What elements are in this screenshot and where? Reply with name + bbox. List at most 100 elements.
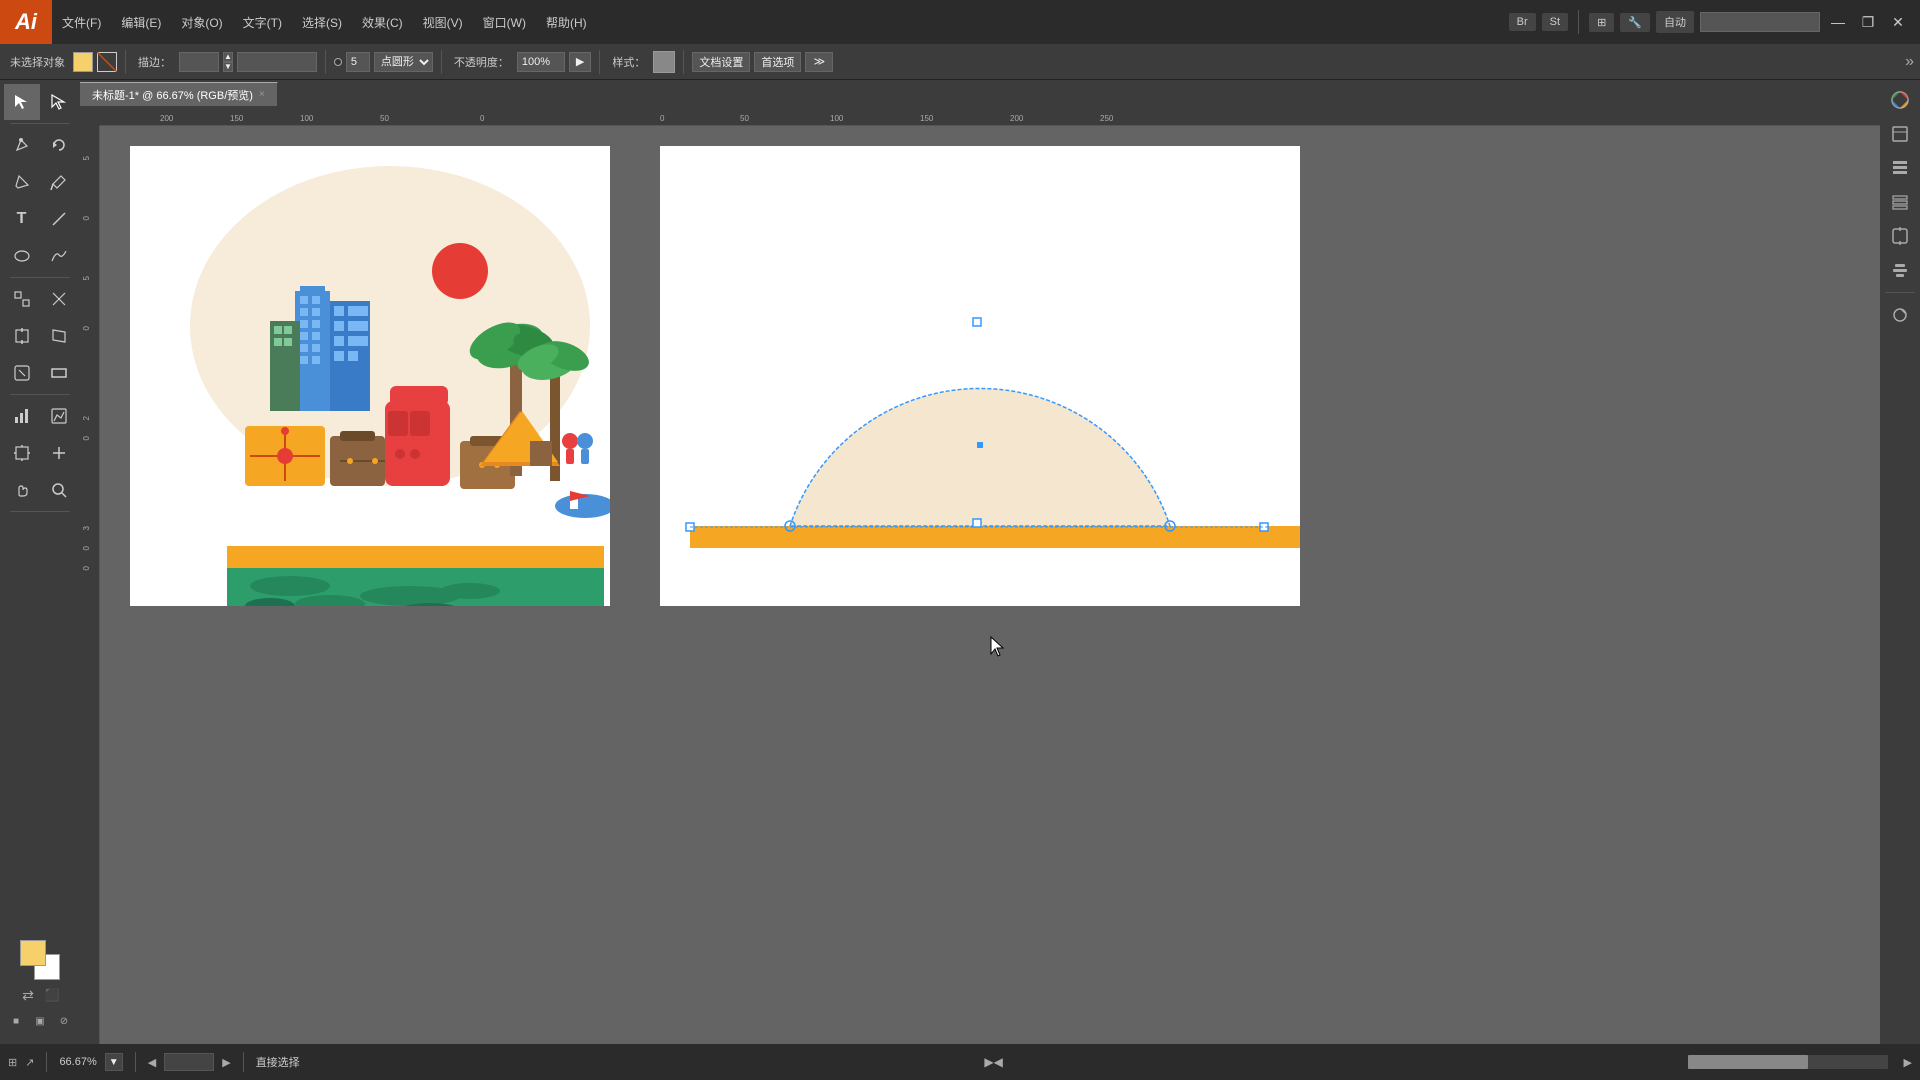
zoom-icon <box>50 481 68 499</box>
appearance-btn[interactable] <box>1884 299 1916 331</box>
hand-tool[interactable] <box>4 472 40 508</box>
page-prev-btn[interactable]: ◀ <box>148 1056 156 1069</box>
color-wheel-icon <box>1890 90 1910 110</box>
menu-edit[interactable]: 编辑(E) <box>111 0 171 44</box>
tools-icon[interactable]: 🔧 <box>1620 13 1650 32</box>
tool-row-graph <box>4 398 77 434</box>
rect-tool[interactable] <box>41 355 77 391</box>
blend-tool[interactable] <box>4 281 40 317</box>
active-tab[interactable]: 未标题-1* @ 66.67% (RGB/预览) × <box>80 82 278 106</box>
none-btn[interactable]: ⊘ <box>53 1010 75 1032</box>
pen-tool[interactable] <box>4 127 40 163</box>
tool-row-text: T <box>4 201 77 237</box>
search-input[interactable] <box>1700 12 1820 32</box>
scissors-tool[interactable] <box>41 281 77 317</box>
status-icon-btn[interactable]: ⊞ <box>8 1056 17 1069</box>
bridge-btn[interactable]: Br <box>1509 13 1536 31</box>
status-progress-bar <box>1688 1055 1888 1069</box>
menu-file[interactable]: 文件(F) <box>52 0 111 44</box>
fill-swatch[interactable] <box>73 52 93 72</box>
stroke-swatch[interactable] <box>97 52 117 72</box>
opacity-more[interactable]: ▶ <box>569 52 591 72</box>
line-tool[interactable] <box>41 201 77 237</box>
arrange-btn[interactable]: ⊞ <box>1589 13 1614 32</box>
page-input[interactable]: 1 <box>164 1053 214 1071</box>
zoom-dropdown-btn[interactable]: ▼ <box>105 1053 123 1071</box>
line-icon <box>50 210 68 228</box>
direct-select-tool[interactable] <box>41 84 77 120</box>
symbol-icon <box>13 364 31 382</box>
canvas-btn[interactable] <box>1884 118 1916 150</box>
artboard-tool[interactable] <box>4 435 40 471</box>
rotate-tool[interactable] <box>41 127 77 163</box>
menu-view[interactable]: 视图(V) <box>413 0 473 44</box>
menu-object[interactable]: 对象(O) <box>171 0 232 44</box>
ellipse-tool[interactable] <box>4 238 40 274</box>
pencil-tool[interactable] <box>4 164 40 200</box>
text-tool[interactable]: T <box>4 201 40 237</box>
point-count-input[interactable] <box>346 52 370 72</box>
selection-tool[interactable] <box>4 84 40 120</box>
stroke-value[interactable] <box>237 52 317 72</box>
zoom-tool[interactable] <box>41 472 77 508</box>
stock-btn[interactable]: St <box>1542 13 1568 31</box>
status-share-btn[interactable]: ↗ <box>25 1056 34 1069</box>
solid-color-btn[interactable]: ■ <box>5 1010 27 1032</box>
artboard2 <box>660 146 1300 606</box>
fg-swatch[interactable] <box>20 940 46 966</box>
tool-row-hand <box>4 472 77 508</box>
more-options-btn[interactable]: ≫ <box>805 52 833 72</box>
pen-icon <box>13 136 31 154</box>
toolbar: 未选择对象 描边： ▲ ▼ 点圆形 不透明度： ▶ 样式： 文档设置 首选项 ≫… <box>0 44 1920 80</box>
transform-tool[interactable] <box>4 318 40 354</box>
maximize-btn[interactable]: ❐ <box>1856 10 1880 34</box>
blend-icon <box>13 290 31 308</box>
artboard1 <box>130 146 610 606</box>
ruler-corner <box>80 106 100 126</box>
preferences-btn[interactable]: 首选项 <box>754 52 801 72</box>
chart-tool[interactable] <box>41 398 77 434</box>
gradient-btn[interactable]: ▣ <box>29 1010 51 1032</box>
panel-separator <box>1885 292 1915 293</box>
minimize-btn[interactable]: — <box>1826 10 1850 34</box>
stroke-up[interactable]: ▲ <box>223 52 233 62</box>
layers-btn[interactable] <box>1884 186 1916 218</box>
color-guide-btn[interactable] <box>1884 84 1916 116</box>
free-transform-tool[interactable] <box>41 318 77 354</box>
stroke-down[interactable]: ▼ <box>223 62 233 72</box>
pencil-icon <box>13 173 31 191</box>
transform-panel-btn[interactable] <box>1884 220 1916 252</box>
graph-tool[interactable] <box>4 398 40 434</box>
eyedropper-tool[interactable] <box>41 164 77 200</box>
auto-label[interactable]: 自动 <box>1656 11 1694 33</box>
align-btn[interactable] <box>1884 254 1916 286</box>
text-icon: T <box>17 210 27 228</box>
style-swatch[interactable] <box>653 51 675 73</box>
menu-text[interactable]: 文字(T) <box>233 0 292 44</box>
doc-settings-btn[interactable]: 文档设置 <box>692 52 750 72</box>
menu-select[interactable]: 选择(S) <box>292 0 352 44</box>
menu-effect[interactable]: 效果(C) <box>352 0 413 44</box>
stroke-input[interactable] <box>179 52 219 72</box>
tool-row-artboard <box>4 435 77 471</box>
color-buttons: ⇄ ⬛ <box>17 984 63 1006</box>
collapse-icon[interactable]: » <box>1905 53 1914 71</box>
page-next-btn[interactable]: ▶ <box>222 1056 230 1069</box>
opacity-input[interactable] <box>517 52 565 72</box>
properties-btn[interactable] <box>1884 152 1916 184</box>
status-play-btn[interactable]: ▶ <box>984 1055 993 1069</box>
close-btn[interactable]: ✕ <box>1886 10 1910 34</box>
swap-colors-btn[interactable]: ⇄ <box>17 984 39 1006</box>
status-back-btn[interactable]: ◀ <box>994 1055 1003 1069</box>
slice-tool[interactable] <box>41 435 77 471</box>
shape-select[interactable]: 点圆形 <box>374 52 433 72</box>
draw-tool[interactable] <box>41 238 77 274</box>
menu-help[interactable]: 帮助(H) <box>536 0 597 44</box>
menu-window[interactable]: 窗口(W) <box>473 0 536 44</box>
status-right-arrow[interactable]: ▶ <box>1904 1056 1912 1069</box>
tab-close-btn[interactable]: × <box>259 89 265 100</box>
default-colors-btn[interactable]: ⬛ <box>41 984 63 1006</box>
right-panel <box>1880 80 1920 1044</box>
fg-bg-swatches[interactable] <box>20 940 60 980</box>
symbol-tool[interactable] <box>4 355 40 391</box>
